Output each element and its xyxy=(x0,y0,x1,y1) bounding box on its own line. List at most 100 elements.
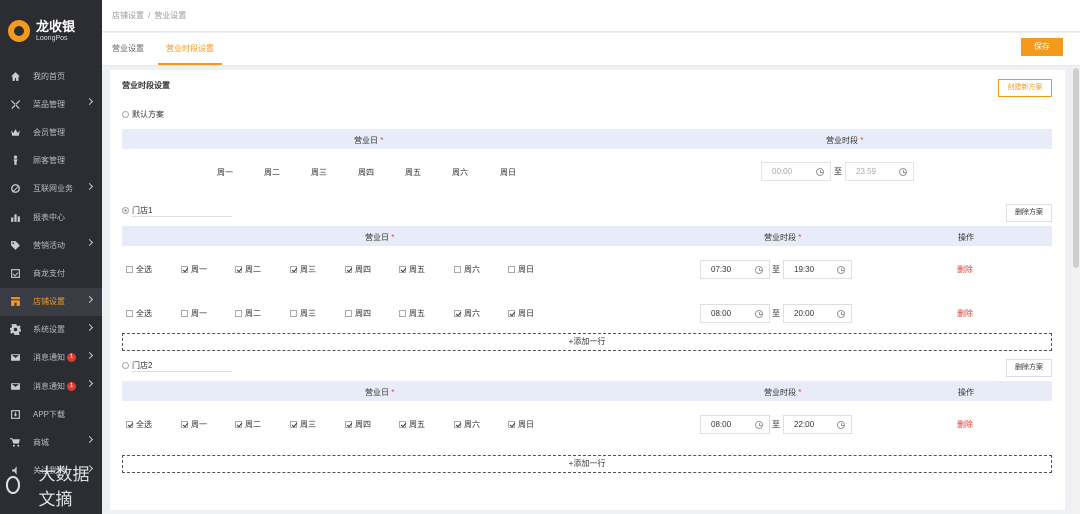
day-checkbox-0[interactable]: 周一 xyxy=(181,308,207,319)
day-checkbox-0[interactable]: 周一 xyxy=(181,264,207,275)
default-day-4: 周五 xyxy=(405,168,421,177)
delete-row-link[interactable]: 删除 xyxy=(957,308,973,319)
day-checkbox-1[interactable]: 周二 xyxy=(235,419,261,430)
day-checkbox-6[interactable]: 周日 xyxy=(508,308,534,319)
day-checkbox-4[interactable]: 周五 xyxy=(399,308,425,319)
sidebar-item-3[interactable]: 顾客管理 xyxy=(0,147,102,175)
breadcrumb-parent[interactable]: 店铺设置 xyxy=(112,10,144,21)
day-checkbox-6[interactable]: 周日 xyxy=(508,264,534,275)
start-time-input[interactable]: 08:00 xyxy=(700,415,770,434)
day-label: 周二 xyxy=(245,309,261,318)
sidebar-item-0[interactable]: 我的首页 xyxy=(0,62,102,90)
select-all-checkbox[interactable]: 全选 xyxy=(126,264,152,275)
day-checkbox-3[interactable]: 周四 xyxy=(345,308,371,319)
checkbox-icon xyxy=(508,310,515,317)
operation-header: 操作 xyxy=(958,388,974,397)
sidebar-item-6[interactable]: 营销活动 xyxy=(0,231,102,259)
sidebar-nav: 我的首页 菜品管理 会员管理 顾客管理 互联网业务 报表中心 营销活动 商龙支付店铺设置系统设… xyxy=(0,62,102,485)
tag-icon xyxy=(9,239,21,251)
select-all-checkbox[interactable]: 全选 xyxy=(126,419,152,430)
sidebar-item-label: 店铺设置 xyxy=(33,297,65,307)
mail-icon xyxy=(9,352,21,364)
scrollbar[interactable] xyxy=(1072,66,1080,514)
clock-icon xyxy=(755,265,763,274)
create-plan-button[interactable]: 创建新方案 xyxy=(998,79,1052,97)
sidebar-item-1[interactable]: 菜品管理 xyxy=(0,90,102,118)
default-day-3: 周四 xyxy=(358,168,374,177)
tab-business-hours[interactable]: 营业时段设置 xyxy=(158,33,222,65)
add-row-button[interactable]: +添加一行 xyxy=(122,455,1052,473)
end-time-input[interactable]: 20:00 xyxy=(783,304,852,323)
sidebar-item-7[interactable]: 商龙支付 xyxy=(0,259,102,287)
day-checkbox-2[interactable]: 周三 xyxy=(290,419,316,430)
day-label: 周三 xyxy=(300,265,316,274)
sidebar-item-9[interactable]: 系统设置 xyxy=(0,316,102,344)
day-label: 周五 xyxy=(409,265,425,274)
day-checkbox-2[interactable]: 周三 xyxy=(290,264,316,275)
day-checkbox-6[interactable]: 周日 xyxy=(508,419,534,430)
sidebar-item-12[interactable]: APP下载 xyxy=(0,400,102,428)
sidebar-item-10[interactable]: 消息通知 1 xyxy=(0,344,102,372)
sidebar-item-13[interactable]: 商城 xyxy=(0,428,102,456)
chevron-right-icon xyxy=(85,182,94,190)
delete-row-link[interactable]: 删除 xyxy=(957,264,973,275)
default-day-6: 周日 xyxy=(500,168,516,177)
delete-plan-button[interactable]: 删除方案 xyxy=(1006,204,1052,222)
required-mark: * xyxy=(391,388,395,397)
sidebar-item-5[interactable]: 报表中心 xyxy=(0,203,102,231)
brand-sub: LoongPos xyxy=(36,34,68,42)
globe-icon xyxy=(9,183,21,195)
checkbox-icon xyxy=(126,266,133,273)
sidebar-item-8[interactable]: 店铺设置 xyxy=(0,287,102,316)
store-table-header: 营业日 * 营业时段 * 操作 xyxy=(122,226,1052,246)
time-header: 营业时段 xyxy=(764,388,796,397)
store-name[interactable]: 门店1 xyxy=(132,205,232,217)
select-all-checkbox[interactable]: 全选 xyxy=(126,308,152,319)
delete-plan-button[interactable]: 删除方案 xyxy=(1006,359,1052,377)
day-checkbox-5[interactable]: 周六 xyxy=(454,264,480,275)
utensils-icon xyxy=(9,98,21,110)
end-time-input[interactable]: 19:30 xyxy=(783,260,852,279)
day-checkbox-1[interactable]: 周二 xyxy=(235,264,261,275)
day-checkbox-2[interactable]: 周三 xyxy=(290,308,316,319)
notification-badge: 1 xyxy=(67,381,76,391)
end-time-input[interactable]: 22:00 xyxy=(783,415,852,434)
checkbox-icon xyxy=(290,310,297,317)
day-checkbox-5[interactable]: 周六 xyxy=(454,308,480,319)
home-icon xyxy=(9,70,21,82)
day-checkbox-5[interactable]: 周六 xyxy=(454,419,480,430)
start-time-input[interactable]: 08:00 xyxy=(700,304,770,323)
default-end-value: 23:59 xyxy=(856,167,877,176)
store-2-radio[interactable]: 门店2 xyxy=(122,360,232,372)
checkbox-icon xyxy=(399,310,406,317)
store-1-radio[interactable]: 门店1 xyxy=(122,205,232,217)
day-label: 周日 xyxy=(518,420,534,429)
required-mark: * xyxy=(860,136,864,145)
default-plan-radio[interactable]: 默认方案 xyxy=(122,109,164,120)
checkbox-icon xyxy=(454,266,461,273)
store-name[interactable]: 门店2 xyxy=(132,360,232,372)
sidebar-item-4[interactable]: 互联网业务 xyxy=(0,175,102,203)
start-time-input[interactable]: 07:30 xyxy=(700,260,770,279)
save-button[interactable]: 保存 xyxy=(1021,38,1063,56)
day-checkbox-4[interactable]: 周五 xyxy=(399,419,425,430)
day-checkbox-3[interactable]: 周四 xyxy=(345,264,371,275)
brand-logo[interactable]: 龙收银 LoongPos xyxy=(0,0,102,62)
crown-icon xyxy=(9,126,21,138)
day-label: 周四 xyxy=(355,309,371,318)
tab-business-settings[interactable]: 营业设置 xyxy=(112,33,144,65)
sidebar-item-2[interactable]: 会员管理 xyxy=(0,118,102,146)
checkbox-icon xyxy=(181,421,188,428)
day-label: 周三 xyxy=(300,420,316,429)
day-checkbox-4[interactable]: 周五 xyxy=(399,264,425,275)
checkbox-icon xyxy=(345,266,352,273)
delete-row-link[interactable]: 删除 xyxy=(957,419,973,430)
sidebar-item-11[interactable]: 消息通知 1 xyxy=(0,372,102,400)
required-mark: * xyxy=(798,388,802,397)
day-checkbox-3[interactable]: 周四 xyxy=(345,419,371,430)
cart-icon xyxy=(9,437,21,449)
day-checkbox-1[interactable]: 周二 xyxy=(235,308,261,319)
start-time-value: 07:30 xyxy=(711,265,732,274)
add-row-button[interactable]: +添加一行 xyxy=(122,333,1052,351)
day-checkbox-0[interactable]: 周一 xyxy=(181,419,207,430)
